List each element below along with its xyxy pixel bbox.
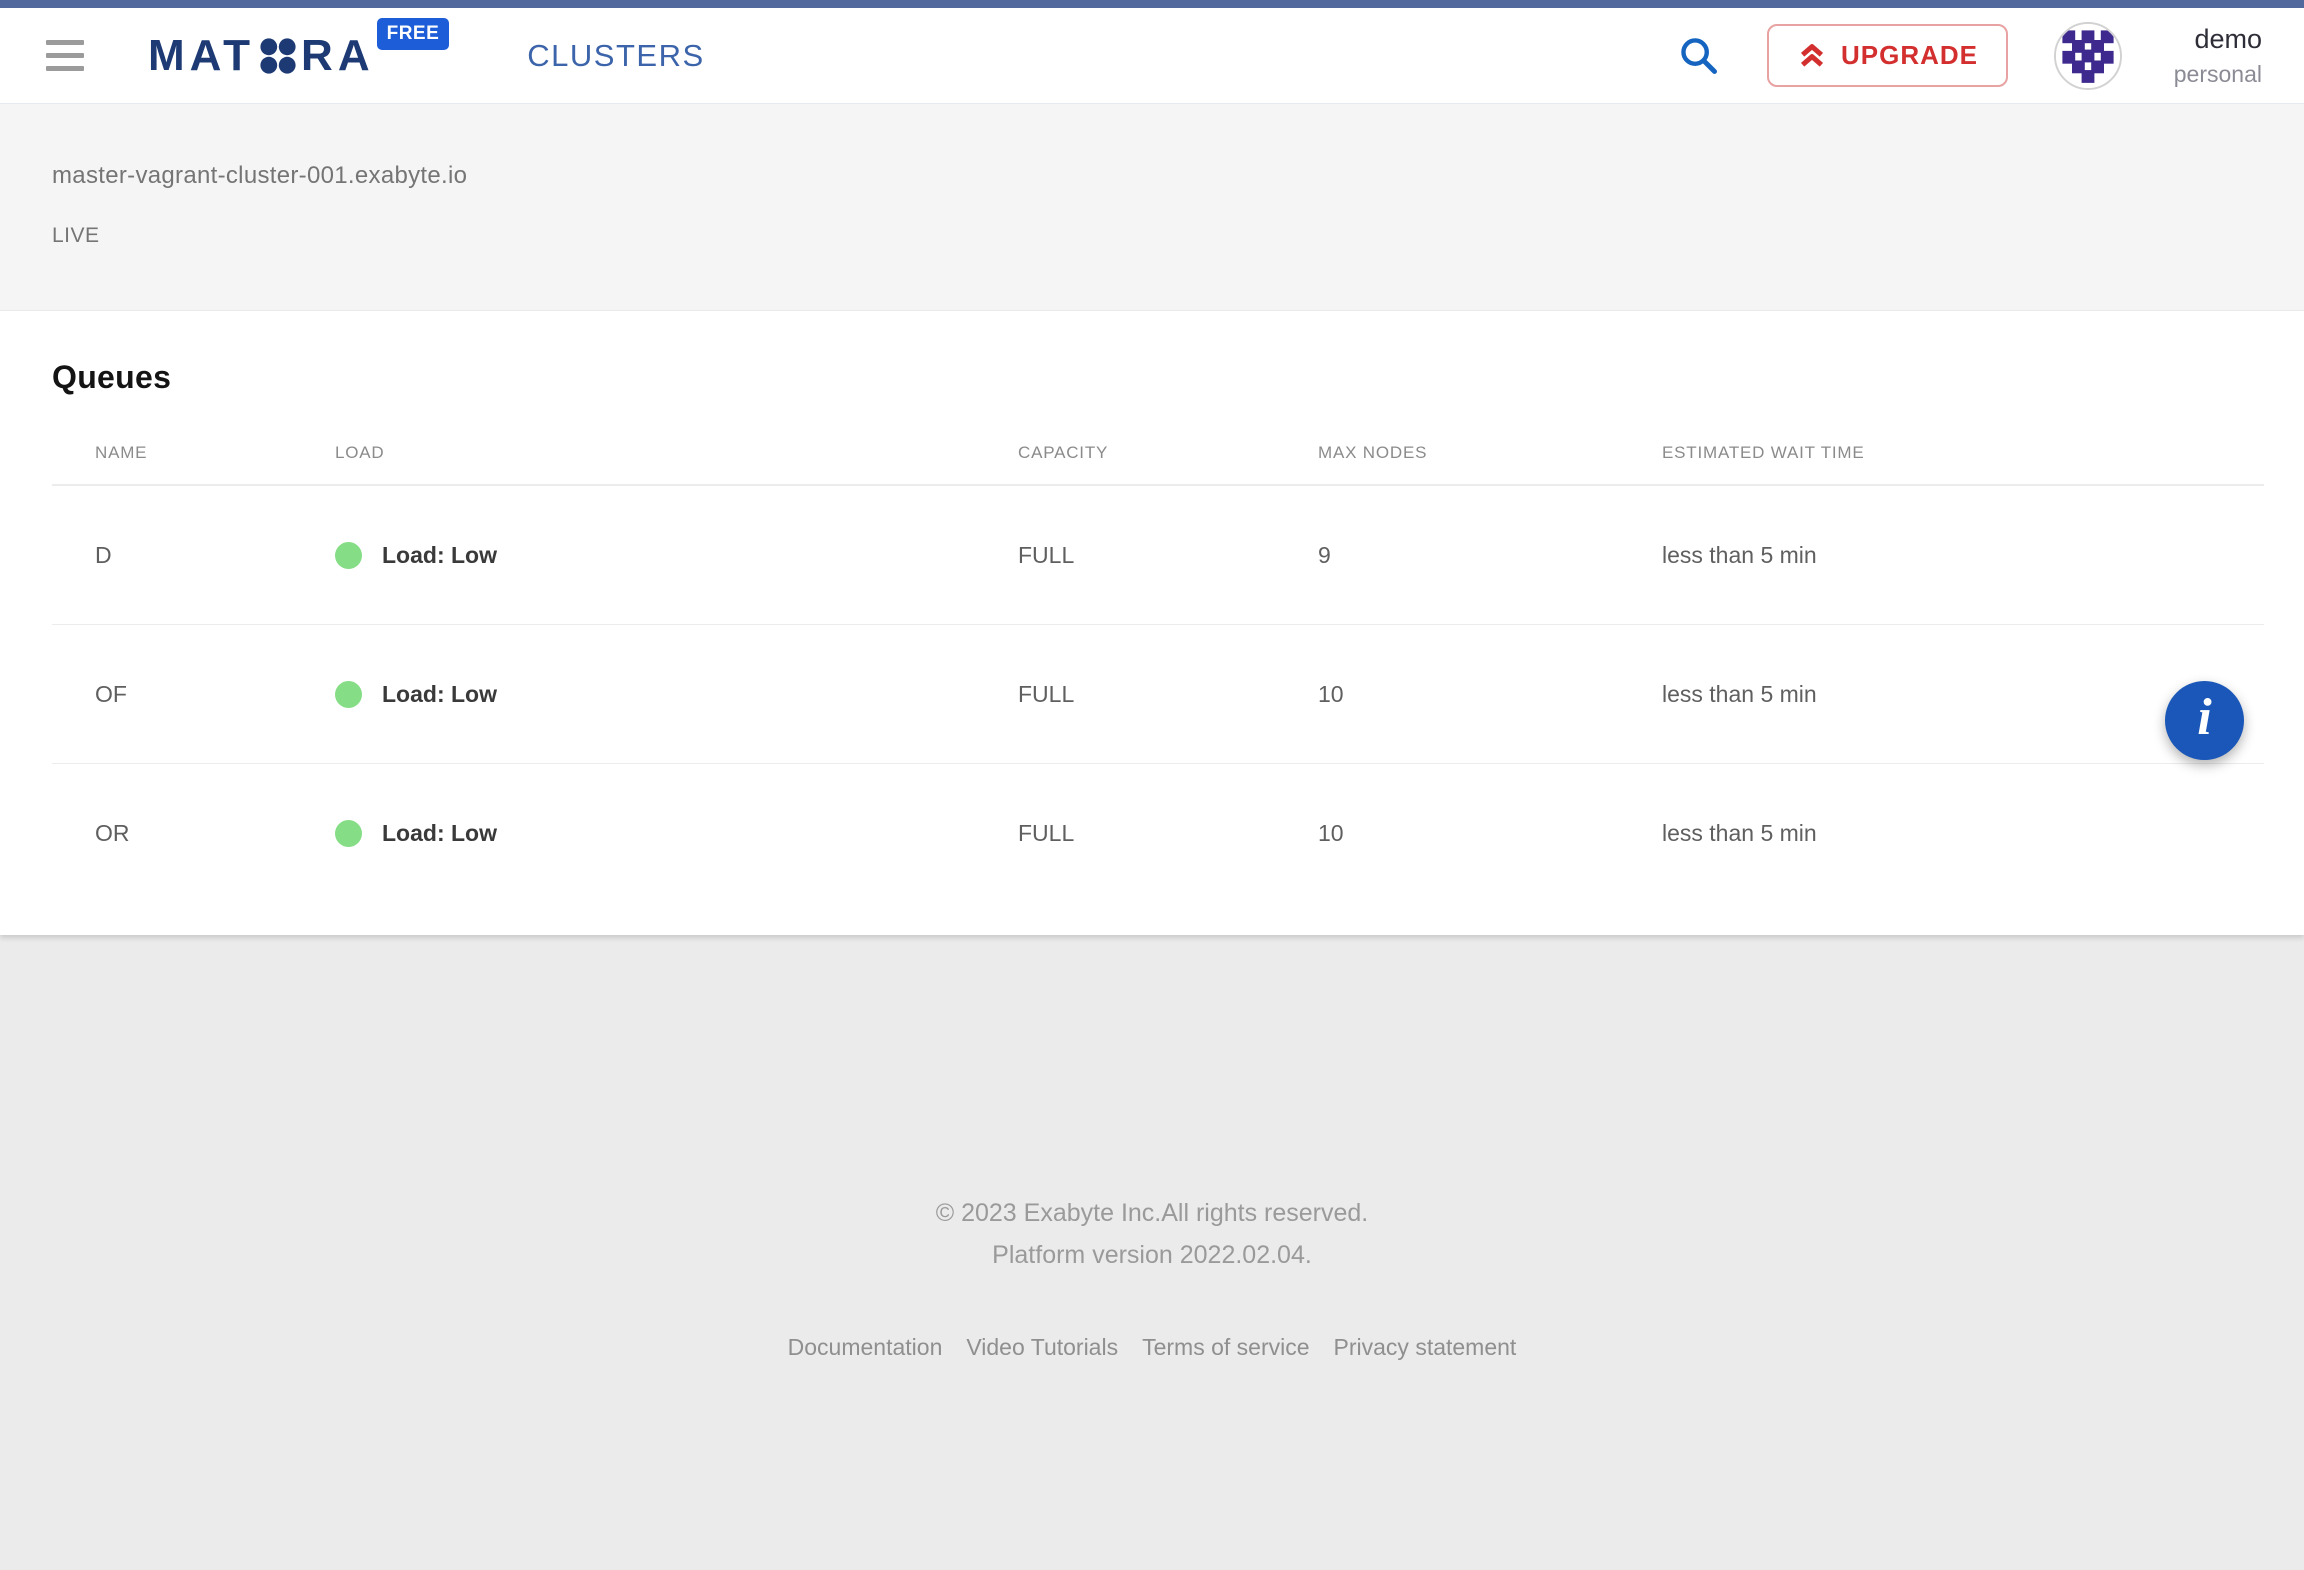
queue-capacity: FULL (1018, 820, 1318, 847)
column-header-wait-time: ESTIMATED WAIT TIME (1662, 443, 2264, 463)
user-menu[interactable]: demo personal (2144, 23, 2262, 88)
queue-name: D (95, 542, 335, 569)
copyright-text: © 2023 Exabyte Inc.All rights reserved. (0, 1199, 2304, 1228)
queues-title: Queues (52, 359, 2304, 396)
brand-3-glyph-icon (258, 36, 298, 76)
queue-max-nodes: 9 (1318, 542, 1662, 569)
cluster-status-badge: LIVE (52, 224, 2304, 248)
free-plan-badge: FREE (377, 18, 450, 50)
table-row[interactable]: OF Load: Low FULL 10 less than 5 min (52, 625, 2264, 764)
top-accent-strip (0, 0, 2304, 8)
load-status-label: Load: Low (382, 820, 497, 847)
table-header-row: NAME LOAD CAPACITY MAX NODES ESTIMATED W… (52, 422, 2264, 486)
queue-max-nodes: 10 (1318, 681, 1662, 708)
load-status-label: Load: Low (382, 681, 497, 708)
platform-version-text: Platform version 2022.02.04. (0, 1241, 2304, 1270)
load-status-label: Load: Low (382, 542, 497, 569)
upgrade-button[interactable]: UPGRADE (1767, 24, 2008, 87)
brand-text-suffix: RA (301, 34, 375, 78)
page-footer: © 2023 Exabyte Inc.All rights reserved. … (0, 935, 2304, 1570)
queue-max-nodes: 10 (1318, 820, 1662, 847)
queues-table: NAME LOAD CAPACITY MAX NODES ESTIMATED W… (52, 422, 2264, 903)
mat3ra-logo[interactable]: MAT RA FREE (148, 34, 449, 78)
user-avatar[interactable] (2054, 22, 2122, 90)
search-icon[interactable] (1675, 32, 1723, 80)
column-header-capacity: CAPACITY (1018, 443, 1318, 463)
queue-capacity: FULL (1018, 542, 1318, 569)
queue-wait-time: less than 5 min (1662, 820, 2264, 847)
queue-name: OF (95, 681, 335, 708)
queue-load-cell: Load: Low (335, 681, 1018, 708)
column-header-load: LOAD (335, 443, 1018, 463)
queue-name: OR (95, 820, 335, 847)
load-status-dot-icon (335, 681, 362, 708)
table-row[interactable]: D Load: Low FULL 9 less than 5 min (52, 486, 2264, 625)
table-row[interactable]: OR Load: Low FULL 10 less than 5 min (52, 764, 2264, 903)
info-button[interactable]: i (2165, 681, 2244, 760)
footer-link-privacy[interactable]: Privacy statement (1334, 1334, 1517, 1361)
column-header-max-nodes: MAX NODES (1318, 443, 1662, 463)
clusters-page: MAT RA FREE CLUSTERS UPGRADE (0, 0, 2304, 1570)
double-chevron-up-icon (1797, 41, 1827, 71)
footer-link-video-tutorials[interactable]: Video Tutorials (966, 1334, 1118, 1361)
brand-text-prefix: MAT (148, 34, 255, 78)
queues-card: Queues NAME LOAD CAPACITY MAX NODES ESTI… (0, 311, 2304, 935)
upgrade-button-label: UPGRADE (1841, 40, 1978, 71)
column-header-name: NAME (95, 443, 335, 463)
footer-link-documentation[interactable]: Documentation (788, 1334, 943, 1361)
menu-icon[interactable] (46, 40, 84, 71)
cluster-banner: master-vagrant-cluster-001.exabyte.io LI… (0, 104, 2304, 311)
queue-load-cell: Load: Low (335, 820, 1018, 847)
load-status-dot-icon (335, 542, 362, 569)
page-title: CLUSTERS (527, 38, 704, 74)
user-name: demo (2144, 23, 2262, 55)
user-account-type: personal (2144, 61, 2262, 88)
queue-load-cell: Load: Low (335, 542, 1018, 569)
footer-link-terms[interactable]: Terms of service (1142, 1334, 1309, 1361)
app-bar: MAT RA FREE CLUSTERS UPGRADE (0, 8, 2304, 104)
queue-capacity: FULL (1018, 681, 1318, 708)
load-status-dot-icon (335, 820, 362, 847)
cluster-hostname: master-vagrant-cluster-001.exabyte.io (52, 162, 2304, 190)
footer-links: Documentation Video Tutorials Terms of s… (0, 1334, 2304, 1361)
queue-wait-time: less than 5 min (1662, 542, 2264, 569)
